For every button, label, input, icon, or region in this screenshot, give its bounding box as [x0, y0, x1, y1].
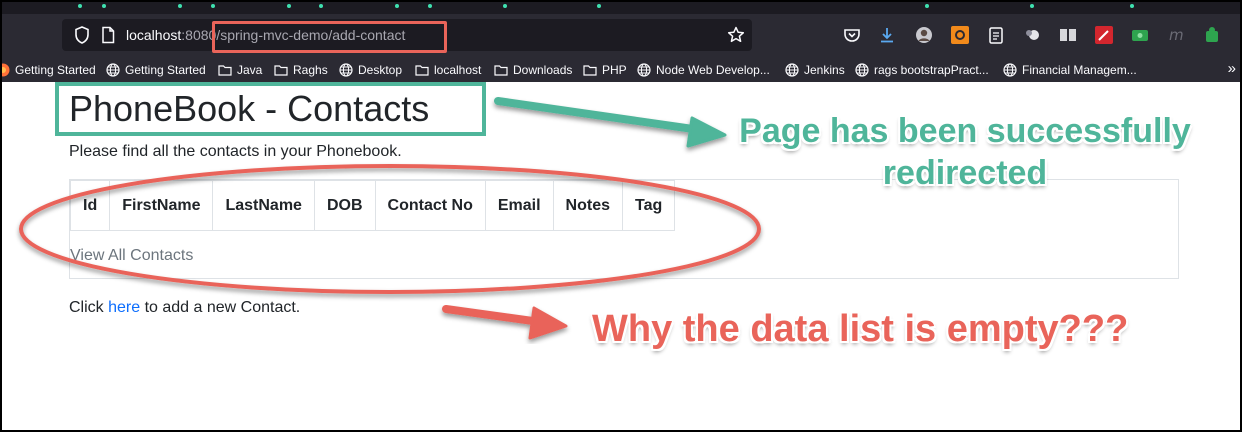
bookmark-rags-bootstrap[interactable]: rags bootstrapPract... [855, 61, 989, 79]
clipboard-icon[interactable] [986, 25, 1006, 45]
bookmark-label: localhost [434, 63, 482, 77]
bookmark-node-web-develop[interactable]: Node Web Develop... [637, 61, 770, 79]
bookmark-label: Node Web Develop... [656, 63, 770, 77]
globe-icon [785, 63, 799, 77]
bookmark-label: Jenkins [804, 63, 845, 77]
page-icon [102, 26, 115, 44]
column-header-firstname: FirstName [109, 180, 214, 231]
column-header-lastname: LastName [212, 180, 315, 231]
bookmarks-bar: Getting Started Getting Started Java Rag… [0, 58, 1242, 82]
download-icon[interactable] [877, 25, 897, 45]
redirected-annotation: Page has been successfully redirected [739, 112, 1191, 192]
bookmark-star-icon[interactable] [726, 25, 746, 45]
bookmark-label: Getting Started [125, 63, 206, 77]
bookmark-desktop[interactable]: Desktop [339, 61, 402, 79]
page-title: PhoneBook - Contacts [69, 88, 430, 129]
tab-strip [0, 0, 1242, 14]
add-contact-suffix: to add a new Contact. [140, 299, 301, 316]
add-contact-prefix: Click [69, 299, 109, 316]
extension-puzzle-icon[interactable] [1022, 25, 1042, 45]
extension-money-icon[interactable] [1130, 25, 1150, 45]
bookmark-downloads-folder[interactable]: Downloads [494, 61, 572, 79]
bookmark-label: rags bootstrapPract... [874, 63, 989, 77]
add-contact-line: Click here to add a new Contact. [69, 299, 300, 317]
pocket-icon[interactable] [842, 25, 862, 45]
globe-icon [855, 63, 869, 77]
globe-icon [339, 63, 353, 77]
firefox-icon [0, 63, 10, 77]
browser-toolbar: localhost:8080/spring-mvc-demo/add-conta… [0, 14, 1242, 58]
bookmark-financial-managem[interactable]: Financial Managem... [1003, 61, 1137, 79]
column-header-email: Email [484, 180, 554, 231]
add-contact-here-link[interactable]: here [108, 299, 140, 316]
bookmark-php-folder[interactable]: PHP [583, 61, 627, 79]
column-header-contact-no: Contact No [374, 180, 486, 231]
bookmark-label: Java [237, 63, 263, 77]
bookmark-getting-started[interactable]: Getting Started [106, 61, 206, 79]
bookmark-label: Getting Started [15, 63, 96, 77]
extension-wand-icon[interactable] [1094, 25, 1114, 45]
svg-text:m: m [1169, 26, 1184, 44]
column-header-dob: DOB [313, 180, 376, 231]
url-highlight-box [212, 21, 447, 53]
bookmark-label: Desktop [358, 63, 403, 77]
bookmark-java-folder[interactable]: Java [218, 61, 262, 79]
folder-icon [494, 65, 508, 76]
contacts-table: Id FirstName LastName DOB Contact No Ema… [69, 180, 676, 231]
view-all-contacts-link[interactable]: View All Contacts [70, 247, 193, 265]
bookmark-label: Downloads [513, 63, 573, 77]
bookmarks-overflow-chevron-icon[interactable]: » [1228, 60, 1236, 77]
folder-icon [218, 65, 232, 76]
bookmark-label: Financial Managem... [1022, 63, 1137, 77]
bookmark-localhost-folder[interactable]: localhost [415, 61, 481, 79]
page-subtitle: Please find all the contacts in your Pho… [69, 143, 402, 160]
globe-icon [1003, 63, 1017, 77]
extension-m-icon[interactable]: m [1166, 25, 1186, 45]
bookmark-label: PHP [602, 63, 627, 77]
shield-icon[interactable] [72, 25, 92, 45]
reader-book-icon[interactable] [1058, 25, 1078, 45]
folder-icon [415, 65, 429, 76]
bookmark-jenkins[interactable]: Jenkins [785, 61, 845, 79]
extension-gear-icon[interactable] [950, 25, 970, 45]
account-avatar-icon[interactable] [914, 25, 934, 45]
globe-icon [637, 63, 651, 77]
folder-icon [274, 65, 288, 76]
bookmark-getting-started-firefox[interactable]: Getting Started [0, 61, 96, 79]
extension-android-icon[interactable] [1202, 25, 1222, 45]
column-header-tag: Tag [621, 180, 676, 231]
empty-list-annotation: Why the data list is empty??? [592, 308, 1129, 350]
globe-icon [106, 63, 120, 77]
folder-icon [583, 65, 597, 76]
table-header-row: Id FirstName LastName DOB Contact No Ema… [69, 180, 676, 231]
bookmark-label: Raghs [293, 63, 328, 77]
bookmark-raghs-folder[interactable]: Raghs [274, 61, 328, 79]
contacts-card: Id FirstName LastName DOB Contact No Ema… [69, 179, 1179, 279]
column-header-id: Id [69, 180, 111, 231]
column-header-notes: Notes [552, 180, 623, 231]
